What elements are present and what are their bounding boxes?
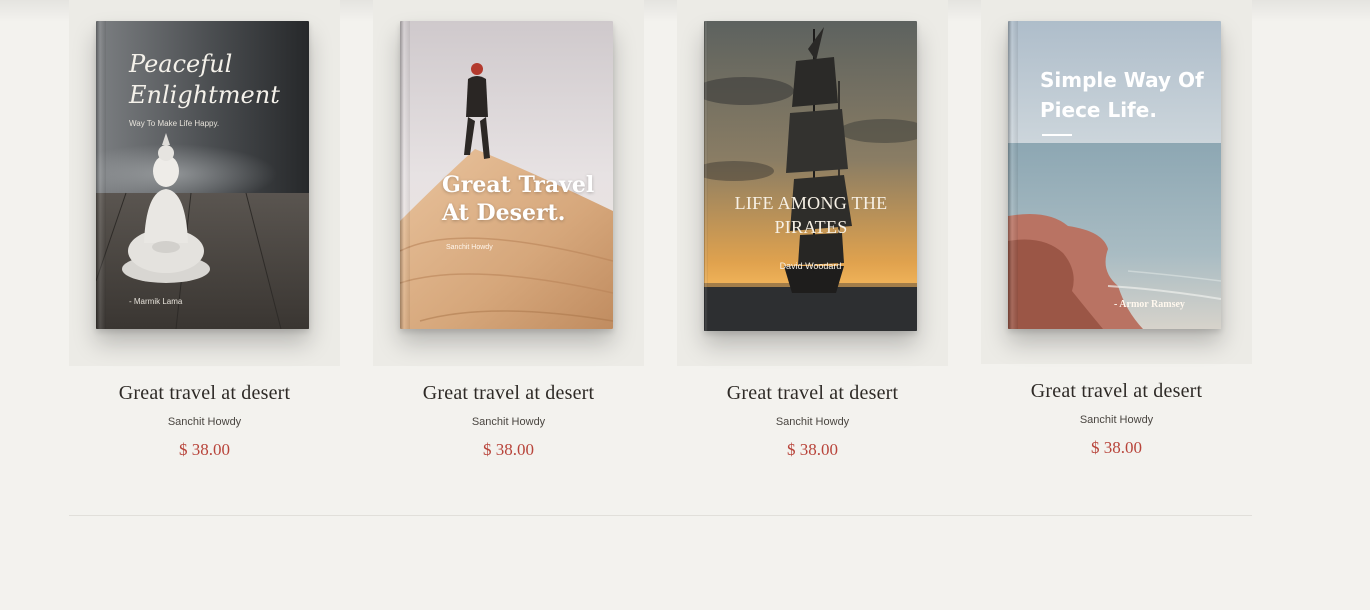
cover-author: - Marmik Lama	[129, 297, 183, 306]
cover-title: LIFE AMONG THE PIRATES	[734, 193, 888, 237]
cover-subtitle: Way To Make Life Happy.	[129, 119, 220, 128]
product-price: $ 38.00	[787, 440, 838, 459]
product-card-image-tile[interactable]: Simple Way Of Piece Life. - Armor Ramsey	[981, 0, 1252, 364]
book-cover-image[interactable]: Peaceful Enlightment Way To Make Life Hap…	[96, 21, 309, 329]
book-cover-image[interactable]: Great Travel At Desert. Sanchit Howdy	[400, 21, 613, 329]
product-card[interactable]: Simple Way Of Piece Life. - Armor Ramsey …	[981, 0, 1252, 458]
product-grid: Peaceful Enlightment Way To Make Life Hap…	[69, 0, 1252, 480]
book-spine-shade	[96, 21, 106, 329]
product-title[interactable]: Great travel at desert	[69, 382, 340, 405]
book-spine-shade	[400, 21, 410, 329]
product-title[interactable]: Great travel at desert	[677, 382, 948, 405]
product-card-image-tile[interactable]: Great Travel At Desert. Sanchit Howdy	[373, 0, 644, 366]
cover-rule	[1042, 134, 1072, 136]
cover-title: Peaceful Enlightment	[129, 50, 280, 109]
product-card[interactable]: LIFE AMONG THE PIRATES David Woodard Grea…	[677, 0, 948, 460]
product-card-image-tile[interactable]: Peaceful Enlightment Way To Make Life Hap…	[69, 0, 340, 366]
cover-author: David Woodard	[779, 261, 842, 271]
book-cover-image[interactable]: LIFE AMONG THE PIRATES David Woodard	[704, 21, 917, 331]
product-title[interactable]: Great travel at desert	[981, 380, 1252, 403]
product-author: Sanchit Howdy	[775, 416, 850, 428]
product-card[interactable]: Great Travel At Desert. Sanchit Howdy Gre…	[373, 0, 644, 460]
cover-author: - Armor Ramsey	[1114, 299, 1185, 310]
cover-author: Sanchit Howdy	[446, 244, 493, 251]
product-card[interactable]: Peaceful Enlightment Way To Make Life Hap…	[69, 0, 340, 460]
page: Peaceful Enlightment Way To Make Life Hap…	[0, 0, 1370, 610]
cover-title: Great Travel At Desert.	[442, 172, 595, 226]
product-title[interactable]: Great travel at desert	[373, 382, 644, 405]
product-price: $ 38.00	[179, 440, 230, 459]
book-spine-shade	[1008, 21, 1018, 329]
product-info: Great travel at desert Sanchit Howdy $ 3…	[981, 380, 1252, 458]
section-divider	[69, 515, 1252, 516]
book-spine-shade	[704, 21, 708, 331]
product-card-image-tile[interactable]: LIFE AMONG THE PIRATES David Woodard	[677, 0, 948, 366]
product-info: Great travel at desert Sanchit Howdy $ 3…	[373, 382, 644, 460]
cover-title: Simple Way Of Piece Life.	[1040, 68, 1204, 122]
product-author: Sanchit Howdy	[471, 416, 546, 428]
product-price: $ 38.00	[483, 440, 534, 459]
product-info: Great travel at desert Sanchit Howdy $ 3…	[69, 382, 340, 460]
product-price: $ 38.00	[1091, 438, 1142, 457]
product-author: Sanchit Howdy	[1079, 414, 1154, 426]
cover-illustration-pirate-ship	[704, 21, 917, 331]
product-info: Great travel at desert Sanchit Howdy $ 3…	[677, 382, 948, 460]
product-author: Sanchit Howdy	[167, 416, 242, 428]
book-cover-image[interactable]: Simple Way Of Piece Life. - Armor Ramsey	[1008, 21, 1221, 329]
